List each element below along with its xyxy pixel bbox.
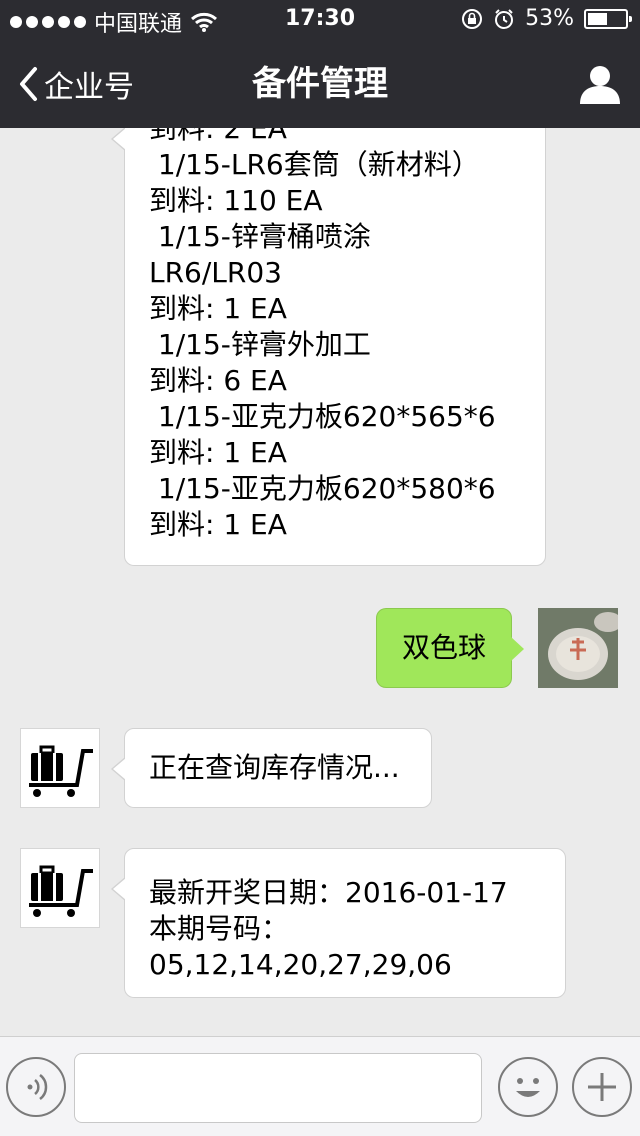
bot-avatar[interactable] bbox=[20, 728, 100, 808]
plus-icon bbox=[588, 1073, 616, 1101]
battery-icon bbox=[584, 8, 632, 29]
message-line: 到料: 1 EA bbox=[149, 436, 287, 469]
emoji-icon bbox=[516, 1078, 540, 1097]
message-input[interactable] bbox=[74, 1053, 482, 1123]
message-line: 到料: 6 EA bbox=[149, 364, 287, 397]
battery-percent: 53% bbox=[525, 6, 574, 31]
message-text-result: 最新开奖日期：2016-01-17 本期号码： 05,12,14,20,27,29,… bbox=[149, 875, 541, 983]
chat-area[interactable]: 到料: 2 EA 1/15-LR6套筒（新材料） 到料: 110 EA 1/15-… bbox=[0, 128, 640, 1036]
user-profile-icon[interactable] bbox=[578, 62, 622, 106]
message-bubble-inventory[interactable]: 到料: 2 EA 1/15-LR6套筒（新材料） 到料: 110 EA 1/15-… bbox=[111, 128, 546, 566]
message-line: LR6/LR03 bbox=[149, 256, 282, 289]
message-bubble-result[interactable]: 最新开奖日期：2016-01-17 本期号码： 05,12,14,20,27,29,… bbox=[111, 848, 566, 998]
alarm-icon bbox=[495, 8, 514, 29]
message-line: 1/15-锌膏外加工 bbox=[149, 328, 371, 361]
battery-level bbox=[588, 12, 608, 25]
navigation-bar: 企业号 备件管理 bbox=[0, 40, 640, 128]
message-text-status: 正在查询库存情况... bbox=[149, 751, 400, 784]
status-bar: 中国联通 17:30 53% bbox=[0, 0, 640, 40]
stone-photo-icon bbox=[538, 608, 618, 688]
message-text-query: 双色球 bbox=[401, 631, 486, 664]
voice-icon bbox=[27, 1074, 48, 1100]
bot-avatar[interactable] bbox=[20, 848, 100, 928]
message-bubble-status[interactable]: 正在查询库存情况... bbox=[111, 728, 432, 808]
message-line: 到料: 2 EA bbox=[149, 128, 287, 145]
message-line: 本期号码： bbox=[149, 912, 290, 945]
message-bubble-query[interactable]: 双色球 bbox=[376, 608, 524, 688]
input-bar bbox=[0, 1036, 640, 1136]
message-line: 05,12,14,20,27,29,06 bbox=[149, 948, 452, 981]
page-title: 备件管理 bbox=[252, 64, 388, 104]
rotation-lock-icon bbox=[462, 8, 483, 29]
message-line: 到料: 1 EA bbox=[149, 508, 287, 541]
message-line: 1/15-LR6套筒（新材料） bbox=[149, 148, 480, 181]
voice-button[interactable] bbox=[6, 1057, 66, 1117]
luggage-cart-icon bbox=[29, 745, 93, 797]
message-line: 1/15-亚克力板620*580*6 bbox=[149, 472, 496, 505]
user-avatar[interactable] bbox=[538, 608, 618, 688]
message-line: 1/15-亚克力板620*565*6 bbox=[149, 400, 496, 433]
emoji-button[interactable] bbox=[498, 1057, 558, 1117]
message-text-inventory: 到料: 2 EA 1/15-LR6套筒（新材料） 到料: 110 EA 1/15-… bbox=[149, 128, 521, 543]
luggage-cart-icon bbox=[29, 865, 93, 917]
message-line: 到料: 110 EA bbox=[149, 184, 323, 217]
message-line: 1/15-锌膏桶喷涂 bbox=[149, 220, 371, 253]
message-line: 最新开奖日期：2016-01-17 bbox=[149, 876, 508, 909]
status-right: 53% bbox=[461, 6, 632, 31]
more-button[interactable] bbox=[572, 1057, 632, 1117]
message-line: 到料: 1 EA bbox=[149, 292, 287, 325]
